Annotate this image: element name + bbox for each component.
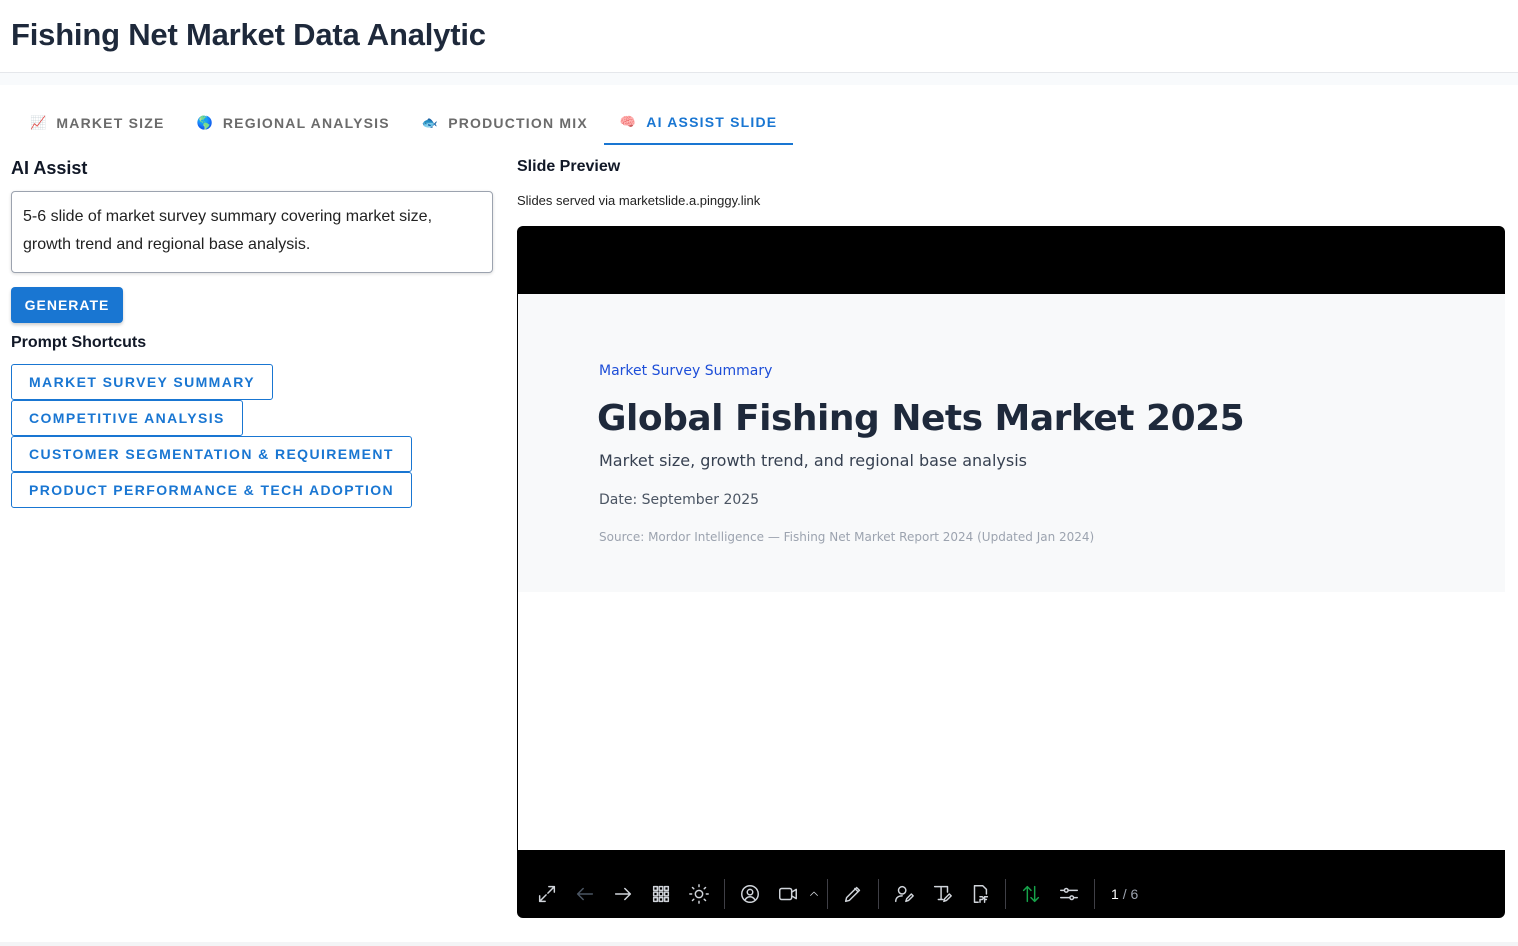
toolbar-divider	[878, 879, 879, 909]
fish-icon: 🐟	[421, 114, 440, 130]
toolbar-divider	[827, 879, 828, 909]
tab-label: MARKET SIZE	[56, 114, 165, 131]
slide-toolbar: 1 / 6	[517, 874, 1505, 914]
tab-bar: 📈 MARKET SIZE 🌎 REGIONAL ANALYSIS 🐟 PROD…	[14, 100, 794, 146]
pencil-icon[interactable]	[834, 878, 872, 910]
camera-icon[interactable]	[769, 878, 807, 910]
page-current: 1	[1111, 886, 1119, 902]
tab-label: REGIONAL ANALYSIS	[222, 114, 390, 131]
slide-heading: Global Fishing Nets Market 2025	[597, 398, 1245, 439]
slide-preview-panel: Slide Preview Slides served via marketsl…	[517, 158, 1505, 208]
tab-market-size[interactable]: 📈 MARKET SIZE	[14, 100, 180, 145]
tab-ai-assist-slide[interactable]: 🧠 AI ASSIST SLIDE	[603, 100, 794, 145]
app-header: Fishing Net Market Data Analytic	[0, 0, 1518, 73]
text-edit-icon[interactable]	[923, 878, 961, 910]
ai-assist-title: AI Assist	[11, 158, 88, 178]
slide-viewer[interactable]: Market Survey Summary Global Fishing Net…	[517, 226, 1505, 918]
served-via-text: Slides served via marketslide.a.pinggy.l…	[517, 193, 761, 208]
tab-regional-analysis[interactable]: 🌎 REGIONAL ANALYSIS	[180, 100, 405, 145]
toolbar-divider	[1005, 879, 1006, 909]
arrow-right-icon[interactable]	[604, 878, 642, 910]
slide-date: Date: September 2025	[599, 492, 760, 508]
shortcut-competitive-analysis[interactable]: COMPETITIVE ANALYSIS	[11, 400, 243, 436]
slide-preview-title: Slide Preview	[517, 158, 621, 175]
page-total: / 6	[1122, 886, 1139, 902]
fullscreen-icon[interactable]	[528, 878, 566, 910]
ai-assist-panel: AI Assist 5-6 slide of market survey sum…	[11, 158, 493, 508]
grid-overview-icon[interactable]	[642, 878, 680, 910]
shortcut-market-survey-summary[interactable]: MARKET SURVEY SUMMARY	[11, 364, 273, 400]
tab-production-mix[interactable]: 🐟 PRODUCTION MIX	[406, 100, 604, 145]
brain-icon: 🧠	[619, 113, 638, 129]
prompt-shortcuts-list: MARKET SURVEY SUMMARY COMPETITIVE ANALYS…	[11, 364, 493, 508]
user-edit-icon[interactable]	[885, 878, 923, 910]
shortcut-customer-segmentation[interactable]: CUSTOMER SEGMENTATION & REQUIREMENT	[11, 436, 412, 472]
sun-icon[interactable]	[680, 878, 718, 910]
toolbar-divider	[1094, 879, 1095, 909]
presenter-icon[interactable]	[731, 878, 769, 910]
globe-icon: 🌎	[196, 114, 214, 130]
generate-button[interactable]: GENERATE	[11, 287, 123, 323]
toolbar-divider	[724, 879, 725, 909]
slide-eyebrow: Market Survey Summary	[599, 363, 773, 379]
page-counter: 1 / 6	[1111, 886, 1138, 902]
tab-label: AI ASSIST SLIDE	[646, 113, 778, 130]
sliders-icon[interactable]	[1050, 878, 1088, 910]
slide-source: Source: Mordor Intelligence — Fishing Ne…	[599, 530, 1095, 544]
slide-subtitle: Market size, growth trend, and regional …	[599, 451, 1027, 470]
prompt-shortcuts-title: Prompt Shortcuts	[11, 334, 147, 351]
arrow-left-icon[interactable]	[566, 878, 604, 910]
sort-arrows-icon[interactable]	[1012, 878, 1050, 910]
chart-up-icon: 📈	[30, 114, 48, 130]
pdf-icon[interactable]	[961, 878, 999, 910]
header-divider-band	[0, 73, 1518, 85]
prompt-input[interactable]: 5-6 slide of market survey summary cover…	[11, 191, 493, 273]
tab-label: PRODUCTION MIX	[448, 114, 588, 131]
shortcut-product-performance[interactable]: PRODUCT PERFORMANCE & TECH ADOPTION	[11, 472, 413, 508]
slide-canvas: Market Survey Summary Global Fishing Net…	[518, 294, 1505, 850]
chevron-up-icon[interactable]	[807, 878, 821, 910]
title-slide: Market Survey Summary Global Fishing Net…	[518, 294, 1505, 592]
app-title: Fishing Net Market Data Analytic	[11, 17, 486, 52]
footer-divider	[0, 942, 1518, 946]
